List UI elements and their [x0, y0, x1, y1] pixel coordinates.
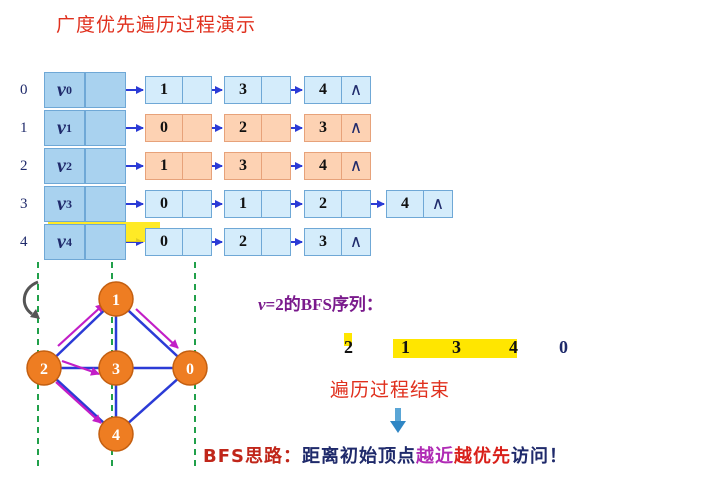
graph-node-label: 2: [40, 361, 48, 378]
edge-node: 2: [224, 228, 291, 256]
first-edge-pointer-cell: [85, 186, 126, 222]
graph-node-label: 0: [186, 361, 194, 378]
vertex-cell: v0: [44, 72, 85, 108]
first-edge-pointer-cell: [85, 224, 126, 260]
graph-node: [98, 281, 134, 317]
graph-node: [172, 350, 208, 386]
edge-node: 1: [145, 76, 212, 104]
edge-node-next: [262, 228, 291, 256]
edge-node-next: [262, 76, 291, 104]
bfs-idea-text: BFS思路：距离初始顶点越近越优先访问！: [203, 446, 568, 467]
edge-node-value: 4: [386, 190, 424, 218]
edge-node: 2: [224, 114, 291, 142]
edge-node-value: 0: [145, 114, 183, 142]
edge-node: 3 ∧: [304, 228, 371, 256]
edge-node-next: [262, 114, 291, 142]
first-edge-pointer-cell: [85, 110, 126, 146]
edge-node: 4 ∧: [386, 190, 453, 218]
bfs-sequence-item: 0: [559, 337, 568, 357]
row-index: 1: [20, 120, 28, 136]
edge-node-next: ∧: [424, 190, 453, 218]
edge-node: 4 ∧: [304, 76, 371, 104]
edge-node: 1: [224, 190, 291, 218]
edge-node: 4 ∧: [304, 152, 371, 180]
bfs-sequence-item: 3: [452, 337, 461, 357]
edge-node: 3: [224, 152, 291, 180]
graph-node-label: 1: [112, 292, 120, 309]
vertex-cell: v2: [44, 148, 85, 184]
graph-node: [26, 350, 62, 386]
edge-node: 0: [145, 114, 212, 142]
first-edge-pointer-cell: [85, 148, 126, 184]
bfs-sequence-item: 2: [344, 337, 353, 357]
edge-node-value: 4: [304, 152, 342, 180]
row-index: 0: [20, 82, 28, 98]
edge-node-next: [183, 76, 212, 104]
bfs-sequence-item: 1: [401, 337, 410, 357]
row-index: 2: [20, 158, 28, 174]
graph-node-label: 4: [112, 427, 120, 444]
edge-node-next: [262, 190, 291, 218]
edge-node-next: ∧: [342, 152, 371, 180]
edge-node-next: [262, 152, 291, 180]
edge-node-value: 2: [304, 190, 342, 218]
vertex-cell: v4: [44, 224, 85, 260]
edge-node: 3 ∧: [304, 114, 371, 142]
edge-node: 1: [145, 152, 212, 180]
traversal-end-text: 遍历过程结束: [330, 379, 451, 401]
graph-node: [98, 416, 134, 452]
edge-node: 0: [145, 190, 212, 218]
edge-node-value: 4: [304, 76, 342, 104]
edge-node: 3: [224, 76, 291, 104]
edge-node-value: 0: [145, 190, 183, 218]
vertex-cell: v3: [44, 186, 85, 222]
graph-node: [98, 350, 134, 386]
edge-node: 2: [304, 190, 371, 218]
vertex-cell: v1: [44, 110, 85, 146]
edge-node-next: [342, 190, 371, 218]
edge-node-next: ∧: [342, 228, 371, 256]
row-index: 3: [20, 196, 28, 212]
edge-node-value: 1: [145, 152, 183, 180]
edge-node-next: [183, 152, 212, 180]
bfs-sequence-item: 4: [509, 337, 518, 357]
edge-node-value: 3: [304, 228, 342, 256]
edge-node-value: 0: [145, 228, 183, 256]
edge-node-value: 2: [224, 228, 262, 256]
edge-node-value: 2: [224, 114, 262, 142]
first-edge-pointer-cell: [85, 72, 126, 108]
edge-node: 0: [145, 228, 212, 256]
edge-node-next: [183, 228, 212, 256]
edge-node-value: 1: [224, 190, 262, 218]
edge-node-value: 3: [224, 152, 262, 180]
edge-node-next: ∧: [342, 114, 371, 142]
edge-node-next: [183, 190, 212, 218]
curved-arrow-icon: [22, 280, 39, 316]
bfs-sequence-label: v=2的BFS序列：: [258, 295, 383, 314]
down-arrow-icon: [390, 408, 406, 433]
edge-node-value: 3: [224, 76, 262, 104]
page-title: 广度优先遍历过程演示: [56, 14, 257, 36]
edge-node-next: [183, 114, 212, 142]
row-index: 4: [20, 234, 28, 250]
edge-node-value: 1: [145, 76, 183, 104]
graph-node-label: 3: [112, 361, 120, 378]
edge-node-value: 3: [304, 114, 342, 142]
edge-node-next: ∧: [342, 76, 371, 104]
